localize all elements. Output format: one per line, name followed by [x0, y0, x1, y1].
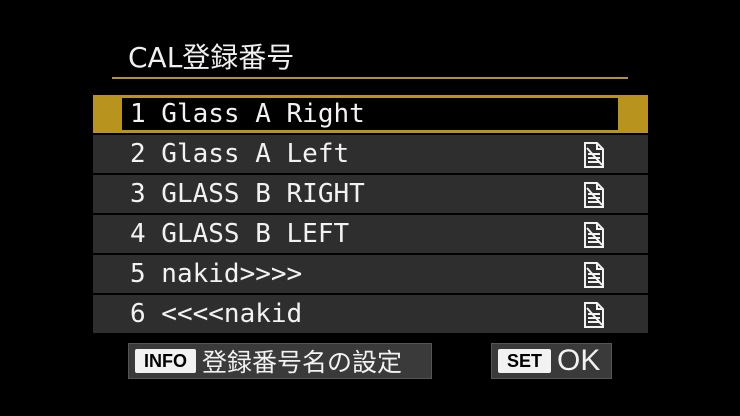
list-item-label: 2 Glass A Left	[130, 139, 350, 169]
list-item-3[interactable]: 3 GLASS B RIGHT	[93, 175, 648, 213]
list-item-2[interactable]: 2 Glass A Left	[93, 135, 648, 173]
list-item-6[interactable]: 6 <<<<nakid	[93, 295, 648, 333]
list-item-4[interactable]: 4 GLASS B LEFT	[93, 215, 648, 253]
page-title: CAL登録番号	[128, 41, 295, 74]
document-icon	[584, 262, 604, 288]
list-item-5[interactable]: 5 nakid>>>>	[93, 255, 648, 293]
document-icon	[584, 142, 604, 168]
ok-label: OK	[557, 344, 601, 377]
title-divider	[112, 77, 628, 79]
set-key-label: SET	[498, 349, 552, 373]
list-item-label: 4 GLASS B LEFT	[130, 219, 350, 249]
info-rename-button[interactable]: INFO 登録番号名の設定	[128, 343, 432, 379]
list-item-label: 3 GLASS B RIGHT	[130, 179, 365, 209]
camera-menu-screen: CAL登録番号 1 Glass A Right 2 Glass A Left 3…	[0, 0, 740, 416]
info-action-label: 登録番号名の設定	[202, 348, 403, 377]
document-icon	[584, 182, 604, 208]
set-ok-button[interactable]: SET OK	[491, 343, 612, 379]
list-item-1[interactable]: 1 Glass A Right	[93, 95, 648, 133]
list-item-label: 5 nakid>>>>	[130, 259, 303, 289]
info-key-label: INFO	[135, 349, 196, 373]
document-icon	[584, 302, 604, 328]
document-icon	[584, 222, 604, 248]
list-item-label: 1 Glass A Right	[130, 99, 365, 129]
list-item-label: 6 <<<<nakid	[130, 299, 303, 329]
registration-list: 1 Glass A Right 2 Glass A Left 3 GLASS B…	[93, 95, 648, 335]
